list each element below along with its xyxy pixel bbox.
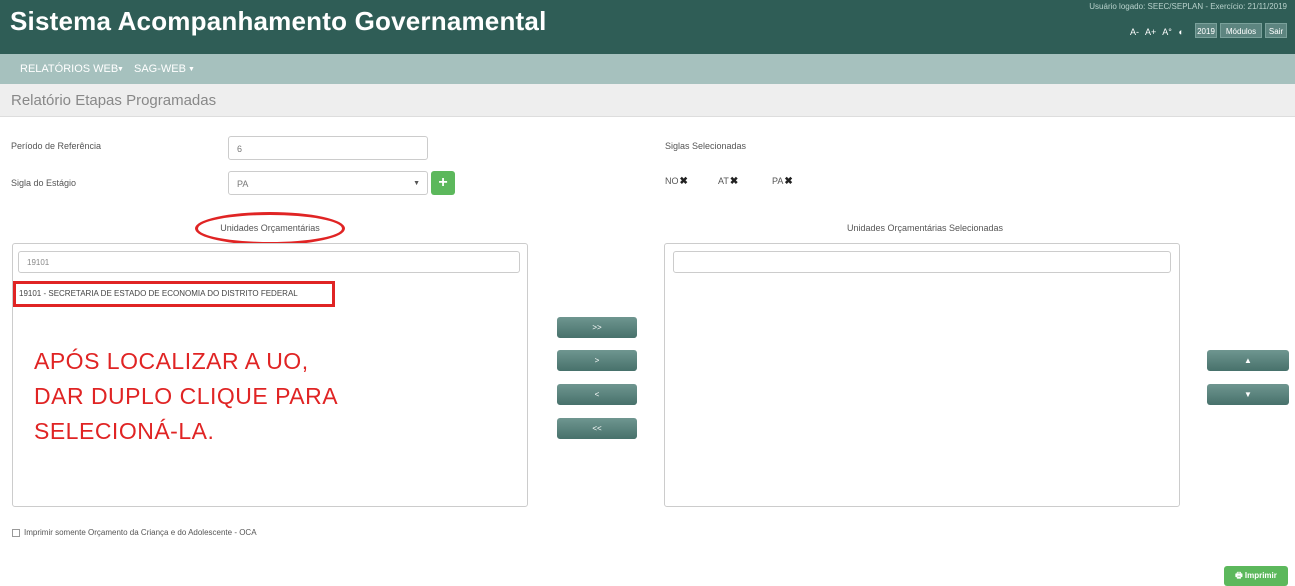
move-right-button[interactable]: > [557, 350, 637, 371]
contrast-icon[interactable]: ◐ [1178, 27, 1183, 37]
remove-icon[interactable]: ✖ [730, 176, 738, 187]
move-all-right-button[interactable]: >> [557, 317, 637, 338]
annotation-instruction: APÓS LOCALIZAR A UO, DAR DUPLO CLIQUE PA… [34, 348, 339, 444]
menu-item-relatorios-web[interactable]: RELATÓRIOS WEB [20, 63, 118, 75]
sigla-chip-no: NO✖ [665, 176, 688, 187]
periodo-label: Período de Referência [11, 141, 102, 151]
exit-button[interactable]: Sair [1265, 23, 1287, 38]
selected-uo-filter-input[interactable] [673, 251, 1171, 273]
siglas-selected-label: Siglas Selecionadas [665, 141, 747, 151]
move-up-button[interactable]: ▲ [1207, 350, 1289, 371]
sigla-select[interactable]: PA ▼ [228, 171, 428, 195]
chevron-down-icon: ▼ [117, 66, 124, 73]
chevron-down-icon: ▼ [413, 180, 420, 187]
annotation-ellipse [195, 212, 345, 245]
sigla-label: Sigla do Estágio [11, 178, 77, 188]
oca-checkbox[interactable] [12, 529, 20, 537]
periodo-input[interactable]: 6 [228, 136, 428, 160]
highlight-box [13, 281, 335, 307]
move-all-left-button[interactable]: << [557, 418, 637, 439]
move-left-button[interactable]: < [557, 384, 637, 405]
remove-icon[interactable]: ✖ [680, 176, 688, 187]
sigla-chip-pa: PA✖ [772, 176, 793, 187]
move-down-button[interactable]: ▼ [1207, 384, 1289, 405]
remove-icon[interactable]: ✖ [784, 176, 792, 187]
chevron-down-icon: ▼ [188, 66, 195, 73]
print-button[interactable]: 🖶 Imprimir [1224, 566, 1288, 586]
user-info: Usuário logado: SEEC/SEPLAN - Exercício:… [1089, 2, 1287, 11]
add-sigla-button[interactable]: + [431, 171, 455, 195]
page-title: Relatório Etapas Programadas [11, 92, 217, 109]
right-panel-title: Unidades Orçamentárias Selecionadas [846, 223, 1004, 233]
top-header: Sistema Acompanhamento Governamental Usu… [0, 0, 1295, 54]
selected-uo-list[interactable] [664, 243, 1180, 507]
page-header: Relatório Etapas Programadas [0, 84, 1295, 117]
menu-item-sag-web[interactable]: SAG-WEB [134, 63, 186, 75]
sigla-select-value: PA [237, 179, 249, 189]
sigla-chip-at: AT✖ [718, 176, 739, 187]
year-button[interactable]: 2019 [1195, 23, 1217, 38]
increase-font-button[interactable]: A+ [1145, 27, 1156, 37]
app-title: Sistema Acompanhamento Governamental [10, 6, 547, 36]
main-menu: RELATÓRIOS WEB ▼ SAG-WEB ▼ [0, 54, 1295, 84]
oca-checkbox-label: Imprimir somente Orçamento da Criança e … [24, 528, 257, 537]
modules-button[interactable]: Módulos [1220, 23, 1262, 38]
reset-font-button[interactable]: A° [1162, 27, 1172, 37]
decrease-font-button[interactable]: A- [1130, 27, 1139, 37]
available-uo-filter-input[interactable]: 19101 [18, 251, 520, 273]
font-size-controls: A- A+ A° ◐ [1130, 27, 1188, 37]
